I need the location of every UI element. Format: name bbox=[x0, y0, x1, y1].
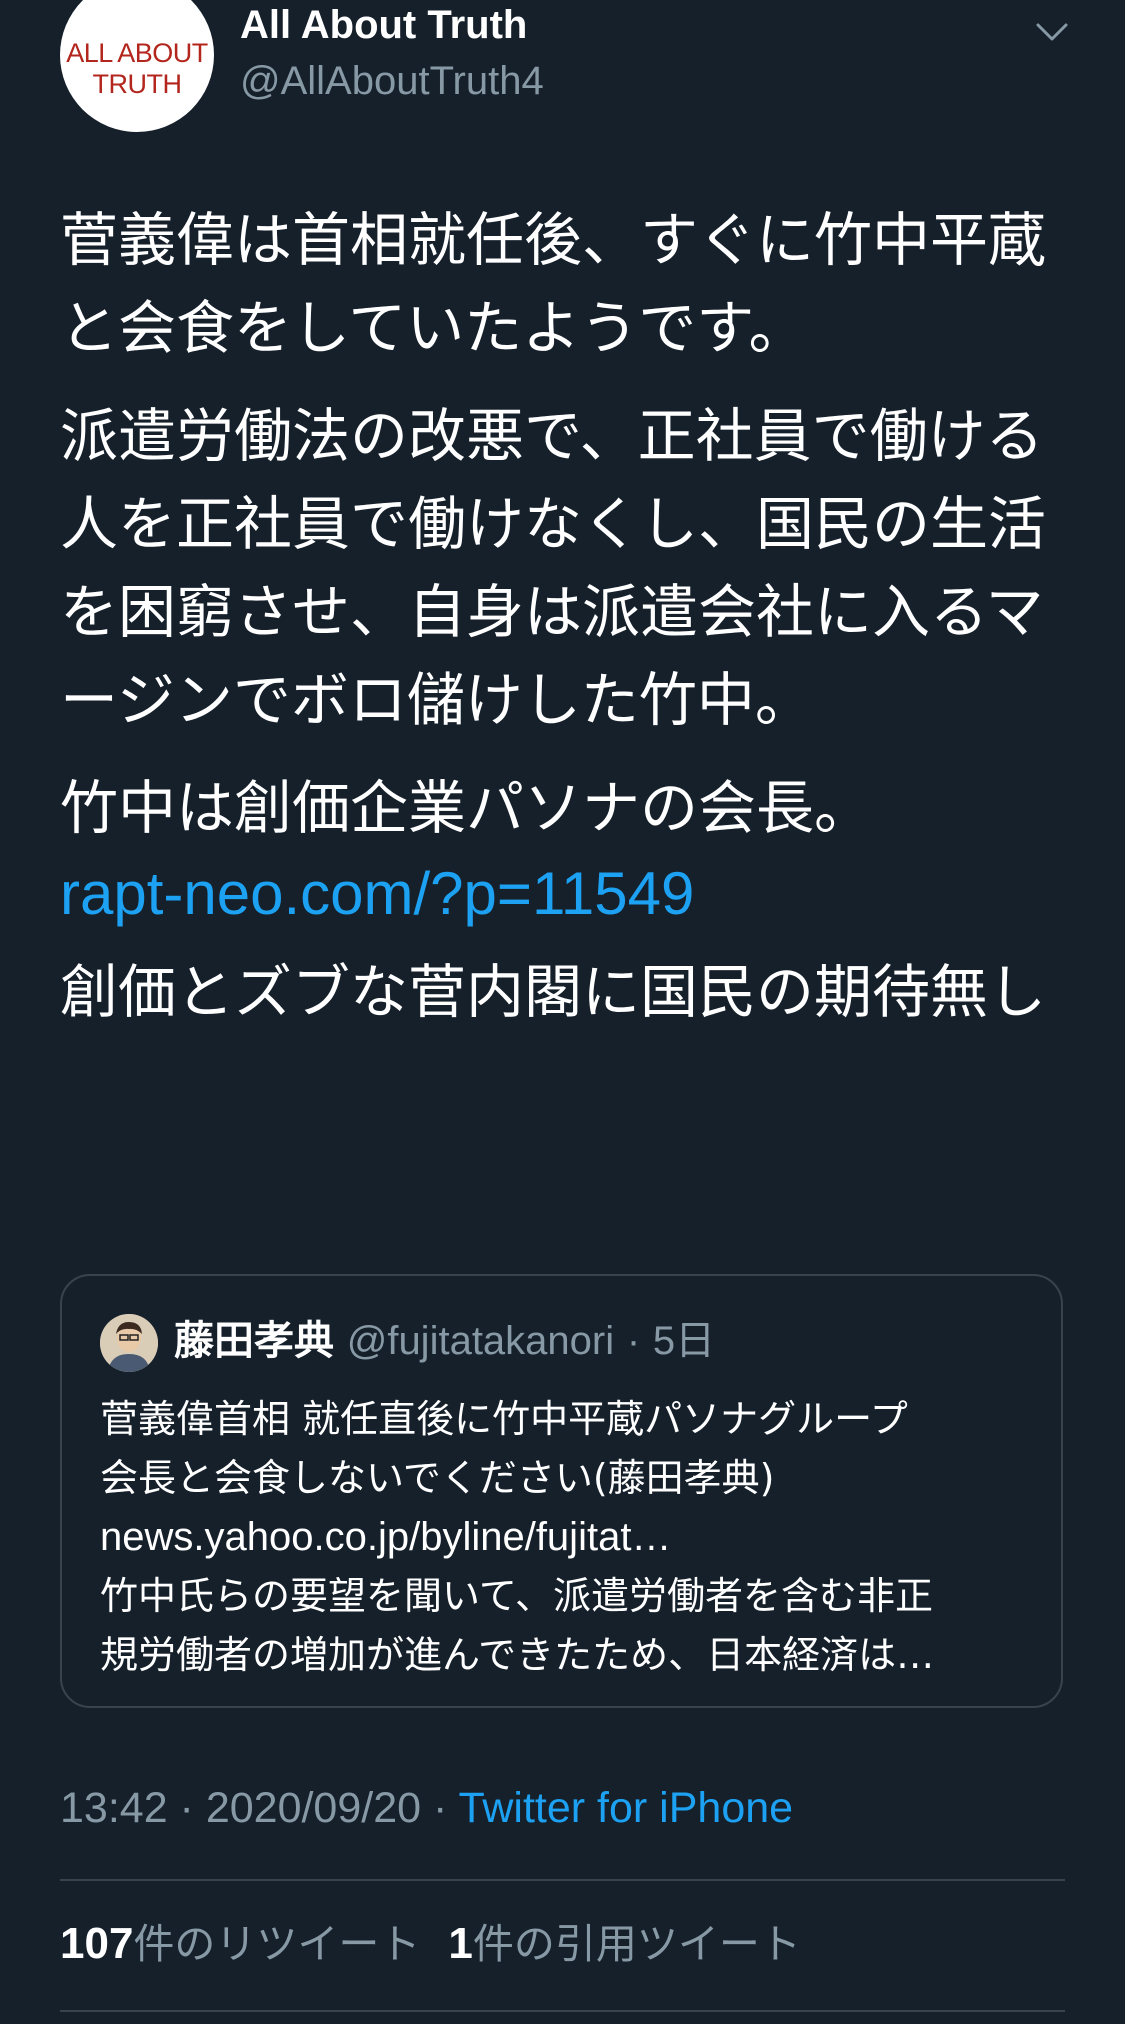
quoted-text-line: 会長と会食しないでください(藤田孝典) bbox=[100, 1456, 775, 1500]
quoted-author-handle[interactable]: @fujitatakanori bbox=[347, 1319, 614, 1363]
tweet-link[interactable]: rapt-neo.com/?p=11549 bbox=[60, 850, 1070, 938]
author-avatar[interactable]: ALL ABOUT TRUTH bbox=[60, 0, 214, 132]
tweet-source-link[interactable]: Twitter for iPhone bbox=[458, 1784, 793, 1832]
tweet-header: ALL ABOUT TRUTH All About Truth @AllAbou… bbox=[0, 0, 1125, 140]
author-handle[interactable]: @AllAboutTruth4 bbox=[240, 58, 544, 104]
quotes-stat[interactable]: 1件の引用ツイート bbox=[448, 1919, 801, 1968]
tweet-date: 2020/09/20 bbox=[205, 1784, 422, 1832]
quoted-author-avatar[interactable] bbox=[100, 1314, 158, 1372]
quoted-link-text: news.yahoo.co.jp/byline/fujitat… bbox=[100, 1515, 672, 1559]
meta-separator: · bbox=[167, 1784, 206, 1832]
avatar-text-line2: TRUTH bbox=[92, 69, 182, 99]
avatar-text-line1: ALL ABOUT bbox=[66, 38, 208, 68]
retweets-label: 件のリツイート bbox=[133, 1920, 421, 1968]
author-display-name[interactable]: All About Truth bbox=[240, 2, 527, 48]
quoted-timestamp: 5日 bbox=[652, 1319, 716, 1363]
quoted-tweet-header: 藤田孝典 @fujitatakanori · 5日 bbox=[174, 1312, 715, 1370]
tweet-stats: 107件のリツイート 1件の引用ツイート bbox=[60, 1914, 801, 1974]
avatar-logo: ALL ABOUT TRUTH bbox=[66, 38, 208, 100]
quoted-text-line: 竹中氏らの要望を聞いて、派遣労働者を含む非正 bbox=[100, 1574, 933, 1618]
quoted-author-name[interactable]: 藤田孝典 bbox=[174, 1318, 334, 1364]
quoted-text-line: 菅義偉首相 就任直後に竹中平蔵パソナグループ bbox=[100, 1397, 908, 1441]
tweet-text: 菅義偉は首相就任後、すぐに竹中平蔵と会食をしていたようです。 派遣労働法の改悪で… bbox=[60, 196, 1070, 1056]
tweet-paragraph: 創価とズブな菅内閣に国民の期待無し bbox=[60, 958, 1047, 1026]
tweet-paragraph: 菅義偉は首相就任後、すぐに竹中平蔵と会食をしていたようです。 bbox=[60, 206, 1047, 362]
retweets-count: 107 bbox=[60, 1919, 134, 1968]
quotes-label: 件の引用ツイート bbox=[472, 1920, 801, 1968]
divider bbox=[60, 2010, 1065, 2012]
divider bbox=[60, 1879, 1065, 1881]
quoted-tweet-card[interactable]: 藤田孝典 @fujitatakanori · 5日 菅義偉首相 就任直後に竹中平… bbox=[60, 1274, 1063, 1708]
tweet-paragraph: 竹中は創価企業パソナの会長。 bbox=[60, 774, 873, 842]
tweet-metadata: 13:42 · 2020/09/20 · Twitter for iPhone bbox=[60, 1780, 793, 1836]
quoted-tweet-text: 菅義偉首相 就任直後に竹中平蔵パソナグループ 会長と会食しないでください(藤田孝… bbox=[100, 1390, 1030, 1685]
quotes-count: 1 bbox=[448, 1919, 473, 1968]
quoted-text-line: 規労働者の増加が進んできたため、日本経済は… bbox=[100, 1633, 935, 1677]
chevron-down-icon[interactable] bbox=[1034, 14, 1070, 50]
quoted-separator: · bbox=[626, 1319, 641, 1363]
tweet-time: 13:42 bbox=[60, 1784, 168, 1832]
person-icon bbox=[100, 1314, 158, 1372]
meta-separator: · bbox=[421, 1784, 459, 1832]
tweet-paragraph: 派遣労働法の改悪で、正社員で働ける人を正社員で働けなくし、国民の生活を困窮させ、… bbox=[60, 402, 1047, 734]
retweets-stat[interactable]: 107件のリツイート bbox=[60, 1919, 421, 1968]
